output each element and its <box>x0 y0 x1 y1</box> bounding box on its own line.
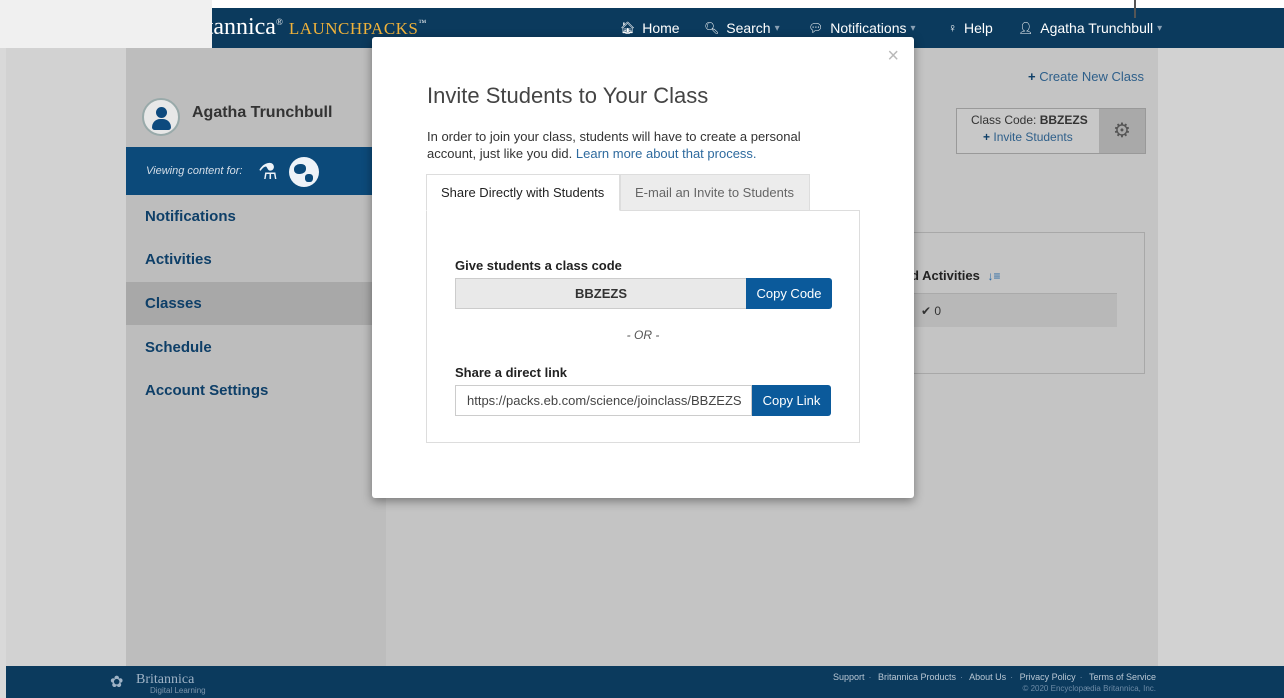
close-icon[interactable]: × <box>887 45 899 68</box>
top-left-block <box>0 0 212 48</box>
modal-title: Invite Students to Your Class <box>427 83 709 108</box>
or-divider: - OR - <box>626 328 660 342</box>
invite-students-modal: × Invite Students to Your Class In order… <box>372 37 914 498</box>
learn-more-link[interactable]: Learn more about that process. <box>576 146 757 161</box>
class-code-heading: Give students a class code <box>455 258 622 273</box>
direct-link-field[interactable]: https://packs.eb.com/science/joinclass/B… <box>455 385 752 416</box>
top-right-marker <box>1134 0 1136 18</box>
tab-share-directly[interactable]: Share Directly with Students <box>426 174 620 211</box>
copy-code-button[interactable]: Copy Code <box>746 278 832 309</box>
direct-link-heading: Share a direct link <box>455 365 567 380</box>
tab-panel-share: Give students a class code BBZEZS Copy C… <box>426 210 860 443</box>
copy-link-button[interactable]: Copy Link <box>752 385 831 416</box>
tab-email-invite[interactable]: E-mail an Invite to Students <box>620 174 810 211</box>
class-code-field[interactable]: BBZEZS <box>455 278 746 309</box>
modal-description: In order to join your class, students wi… <box>427 128 837 162</box>
